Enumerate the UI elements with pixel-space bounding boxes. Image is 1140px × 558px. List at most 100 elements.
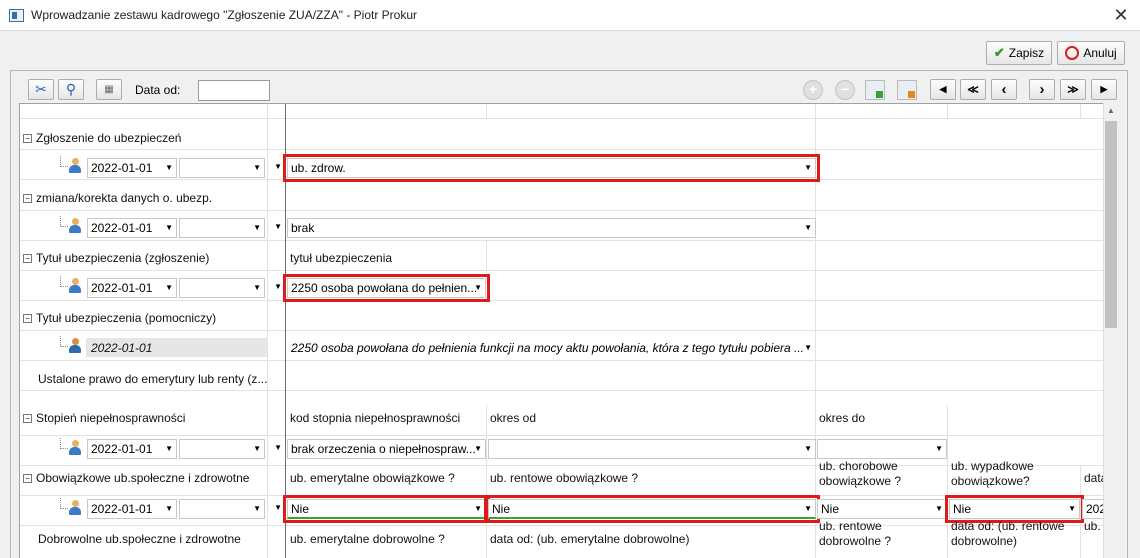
zmiana-value-select[interactable]: brak ▼ bbox=[287, 218, 816, 238]
stopien-type-select[interactable]: ▼ bbox=[179, 439, 265, 459]
app-window-icon bbox=[9, 9, 24, 22]
close-icon[interactable]: ✕ bbox=[1110, 5, 1132, 25]
collapse-icon[interactable]: − bbox=[23, 414, 32, 424]
zgloszenie-extra-select[interactable]: ▼ bbox=[269, 158, 285, 178]
obow-header-wypadkowe: ub. wypadkowe obowiązkowe? bbox=[951, 459, 1034, 488]
dropdown-arrow-icon: ▼ bbox=[165, 504, 173, 513]
obow-rentowe-select[interactable]: Nie ▼ bbox=[484, 495, 820, 523]
edit-record-icon[interactable] bbox=[897, 80, 917, 100]
stopien-value-select[interactable]: brak orzeczenia o niepełnospraw... ▼ bbox=[287, 439, 486, 459]
dropdown-arrow-icon: ▼ bbox=[804, 343, 812, 352]
dropdown-arrow-icon: ▼ bbox=[165, 444, 173, 453]
next-button[interactable]: › bbox=[1029, 79, 1055, 100]
prev-button[interactable]: ‹ bbox=[991, 79, 1017, 100]
tytul-value-select[interactable]: 2250 osoba powołana do pełnien... ▼ bbox=[283, 274, 490, 302]
scrollbar-thumb[interactable] bbox=[1105, 121, 1117, 328]
dropdown-arrow-icon: ▼ bbox=[804, 223, 812, 232]
dropdown-arrow-icon: ▼ bbox=[804, 504, 812, 513]
section-obowiazkowe[interactable]: − Obowiązkowe ub.społeczne i zdrowotne bbox=[23, 471, 249, 485]
double-chevron-left-icon: ≪ bbox=[967, 84, 979, 96]
obow-type-select[interactable]: ▼ bbox=[179, 499, 265, 519]
collapse-icon[interactable]: − bbox=[23, 474, 32, 484]
tytul-extra-select[interactable]: ▼ bbox=[269, 278, 285, 298]
data-grid: − Zgłoszenie do ubezpieczeń 2022-01-01 ▼ ▼… bbox=[19, 103, 1103, 558]
dropdown-arrow-icon: ▼ bbox=[253, 283, 261, 292]
dobr-header-ub: ub. bbox=[1084, 519, 1101, 533]
last-page-button[interactable]: ▶ bbox=[1091, 79, 1117, 100]
chevron-left-icon: ‹ bbox=[1001, 81, 1007, 98]
dropdown-arrow-icon: ▼ bbox=[274, 222, 282, 231]
person-icon bbox=[68, 218, 82, 233]
title-bar: Wprowadzanie zestawu kadrowego "Zgłoszen… bbox=[0, 0, 1140, 31]
section-tytul[interactable]: − Tytuł ubezpieczenia (zgłoszenie) bbox=[23, 251, 209, 265]
stopien-do-select[interactable]: ▼ bbox=[817, 439, 947, 459]
tools-button[interactable]: ✂ bbox=[28, 79, 54, 100]
section-dobrowolne: Dobrowolne ub.społeczne i zdrowotne bbox=[38, 532, 241, 546]
double-chevron-right-icon: ≫ bbox=[1067, 84, 1079, 96]
tytul-date-select[interactable]: 2022-01-01 ▼ bbox=[87, 278, 177, 298]
add-record-icon[interactable] bbox=[865, 80, 885, 100]
collapse-icon[interactable]: − bbox=[23, 254, 32, 264]
dobr-header-emerytalne: ub. emerytalne dobrowolne ? bbox=[290, 532, 445, 546]
add-icon[interactable]: + bbox=[803, 80, 823, 100]
person-icon bbox=[68, 158, 82, 173]
section-stopien[interactable]: − Stopień niepełnosprawności bbox=[23, 411, 185, 425]
calendar-button[interactable]: ▦ bbox=[96, 79, 122, 100]
collapse-icon[interactable]: − bbox=[23, 314, 32, 324]
obow-chorobowe-select[interactable]: Nie ▼ bbox=[817, 499, 947, 519]
collapse-icon[interactable]: − bbox=[23, 194, 32, 204]
zmiana-type-select[interactable]: ▼ bbox=[179, 218, 265, 238]
zgloszenie-value-select[interactable]: ub. zdrow. ▼ bbox=[283, 154, 820, 182]
date-from-input[interactable] bbox=[198, 80, 270, 101]
tytul-type-select[interactable]: ▼ bbox=[179, 278, 265, 298]
tytul-pom-value-select[interactable]: 2250 osoba powołana do pełnienia funkcji… bbox=[287, 338, 816, 358]
chevron-right-icon: › bbox=[1039, 81, 1045, 98]
section-ustalone: Ustalone prawo do emerytury lub renty (z… bbox=[38, 372, 268, 386]
obow-header-emerytalne: ub. emerytalne obowiązkowe ? bbox=[290, 471, 455, 485]
zmiana-date-select[interactable]: 2022-01-01 ▼ bbox=[87, 218, 177, 238]
dobr-header-data-od: data od: (ub. emerytalne dobrowolne) bbox=[490, 532, 690, 546]
obow-header-rentowe: ub. rentowe obowiązkowe ? bbox=[490, 471, 639, 485]
scroll-up-icon[interactable]: ▲ bbox=[1107, 106, 1115, 115]
group-person-icon bbox=[68, 338, 82, 353]
section-zgloszenie[interactable]: − Zgłoszenie do ubezpieczeń bbox=[23, 131, 181, 145]
next-fast-button[interactable]: ≫ bbox=[1060, 79, 1086, 100]
dropdown-arrow-icon: ▼ bbox=[935, 444, 943, 453]
zmiana-extra-select[interactable]: ▼ bbox=[269, 218, 285, 238]
remove-icon[interactable]: − bbox=[835, 80, 855, 100]
zgloszenie-date-select[interactable]: 2022-01-01 ▼ bbox=[87, 158, 177, 178]
tytul-pom-date: 2022-01-01 bbox=[91, 341, 153, 355]
dropdown-arrow-icon: ▼ bbox=[1068, 504, 1076, 513]
dropdown-arrow-icon: ▼ bbox=[804, 444, 812, 453]
obow-data-input[interactable]: 2022 bbox=[1082, 499, 1103, 519]
collapse-icon[interactable]: − bbox=[23, 134, 32, 144]
first-page-button[interactable]: ◀ bbox=[930, 79, 956, 100]
obow-emerytalne-select[interactable]: Nie ▼ bbox=[283, 495, 490, 523]
search-button[interactable]: ⚲ bbox=[58, 79, 84, 100]
prev-fast-button[interactable]: ≪ bbox=[960, 79, 986, 100]
obow-date-select[interactable]: 2022-01-01 ▼ bbox=[87, 499, 177, 519]
dobr-header-data-rentowe: data od: (ub. rentowe dobrowolne) bbox=[951, 519, 1065, 548]
dropdown-arrow-icon: ▼ bbox=[935, 504, 943, 513]
obow-extra-select[interactable]: ▼ bbox=[269, 499, 285, 519]
section-zmiana[interactable]: − zmiana/korekta danych o. ubezp. bbox=[23, 191, 212, 205]
dropdown-arrow-icon: ▼ bbox=[474, 283, 482, 292]
stopien-extra-select[interactable]: ▼ bbox=[269, 439, 285, 459]
person-icon bbox=[68, 500, 82, 515]
stopien-date-select[interactable]: 2022-01-01 ▼ bbox=[87, 439, 177, 459]
obow-wypadkowe-select[interactable]: Nie ▼ bbox=[945, 495, 1084, 523]
person-icon bbox=[68, 278, 82, 293]
stopien-od-select[interactable]: ▼ bbox=[488, 439, 816, 459]
save-button[interactable]: ✔ Zapisz bbox=[986, 41, 1052, 65]
dropdown-arrow-icon: ▼ bbox=[274, 503, 282, 512]
window-title: Wprowadzanie zestawu kadrowego "Zgłoszen… bbox=[31, 8, 417, 22]
zgloszenie-type-select[interactable]: ▼ bbox=[179, 158, 265, 178]
stopien-header-od: okres od bbox=[490, 411, 537, 425]
person-icon bbox=[68, 440, 82, 455]
obow-header-data: data bbox=[1084, 471, 1103, 485]
dropdown-arrow-icon: ▼ bbox=[253, 163, 261, 172]
section-tytul-pomocniczy[interactable]: − Tytuł ubezpieczenia (pomocniczy) bbox=[23, 311, 216, 325]
obow-header-chorobowe: ub. chorobowe obowiązkowe ? bbox=[819, 459, 902, 488]
cancel-button[interactable]: Anuluj bbox=[1057, 41, 1125, 65]
dobr-header-rentowe: ub. rentowe dobrowolne ? bbox=[819, 519, 892, 548]
